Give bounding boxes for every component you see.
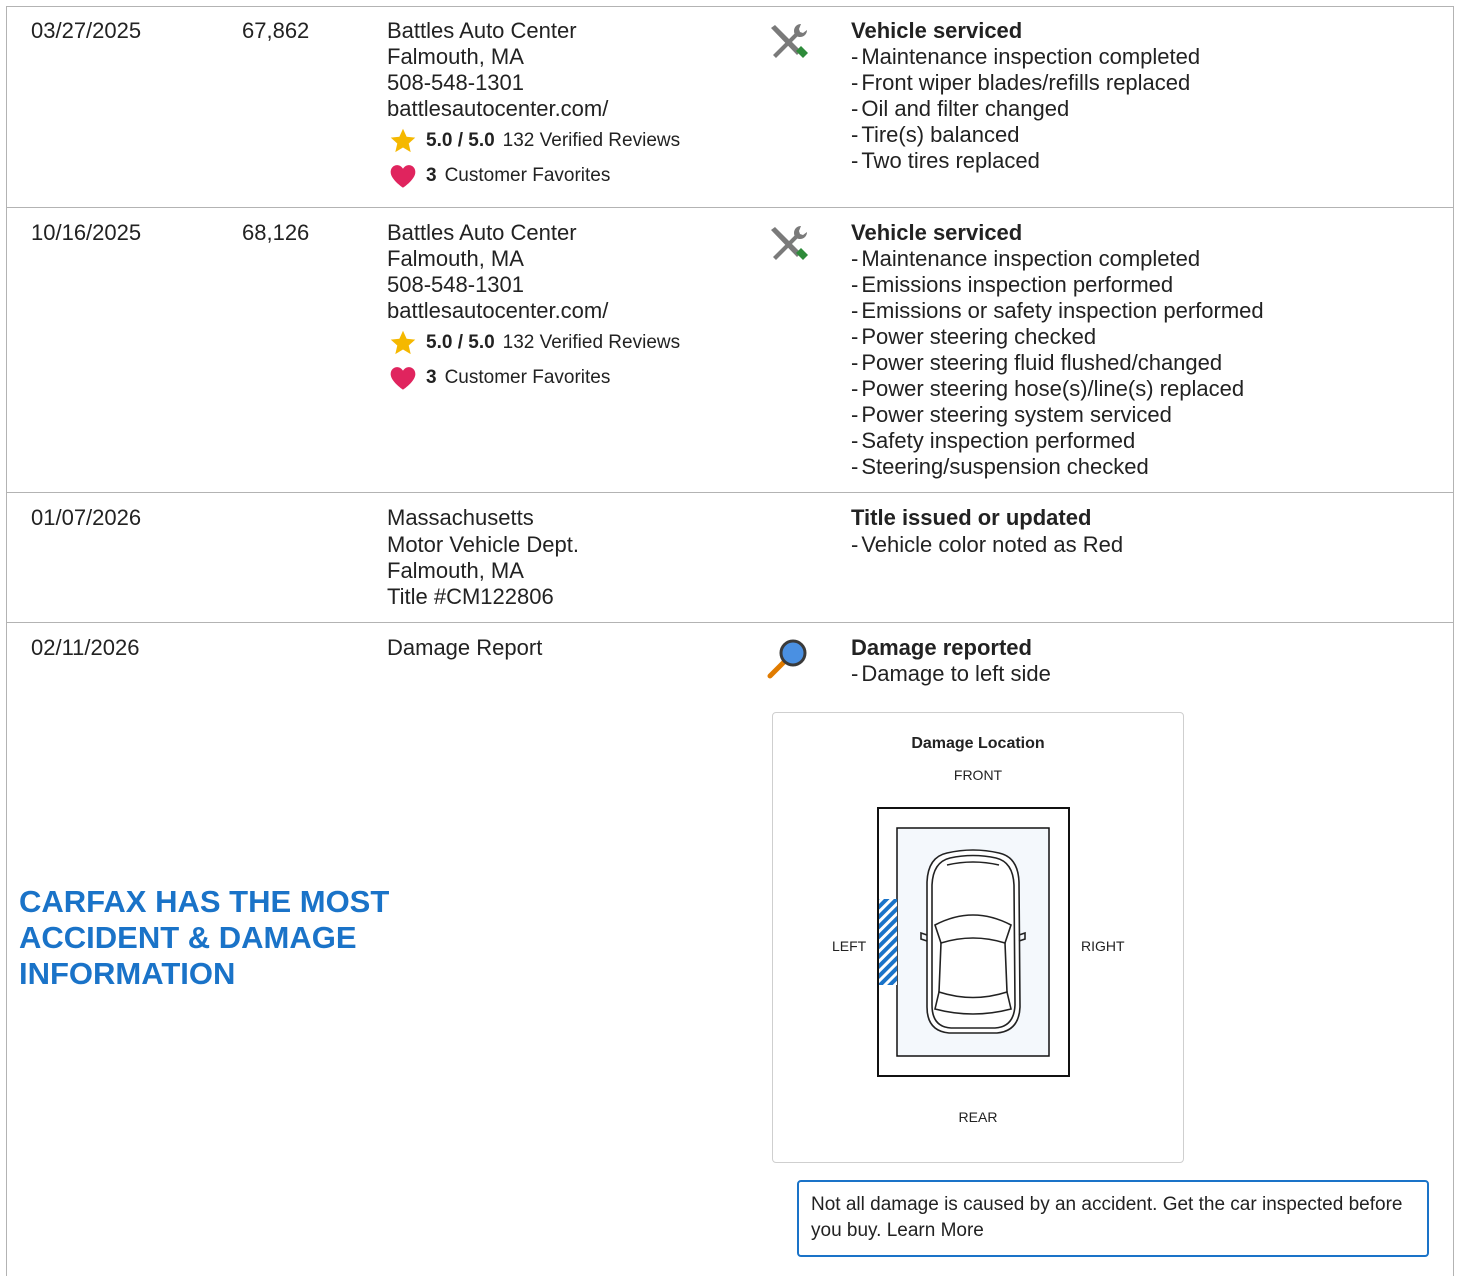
wrench-screwdriver-icon <box>771 226 808 260</box>
favorites-count: 3 <box>426 367 437 388</box>
promo-line: ACCIDENT & DAMAGE <box>19 920 357 955</box>
review-count: 132 Verified Reviews <box>502 130 681 151</box>
rating-row[interactable]: 5.0 / 5.0 132 Verified Reviews <box>388 127 680 155</box>
star-icon <box>390 330 416 355</box>
source-name: Damage Report <box>387 635 543 660</box>
record-date: 10/16/2025 <box>31 220 142 245</box>
source-name[interactable]: Battles Auto Center <box>387 18 577 44</box>
favorites-row: 3 Customer Favorites <box>388 364 610 392</box>
detail-item: Steering/suspension checked <box>851 454 1264 480</box>
detail-item: Vehicle color noted as Red <box>851 532 1123 558</box>
record-mileage: 68,126 <box>242 220 310 245</box>
damage-area-left <box>879 899 897 985</box>
detail-list: Maintenance inspection completed Emissio… <box>851 246 1264 480</box>
source-location: Falmouth, MA <box>387 558 524 583</box>
favorites-label: Customer Favorites <box>444 165 611 186</box>
history-table <box>6 6 1454 1276</box>
detail-title: Vehicle serviced <box>851 220 1023 245</box>
detail-item: Oil and filter changed <box>851 96 1200 122</box>
magnifier-icon <box>767 639 807 679</box>
notice-text: Not all damage is caused by an accident.… <box>811 1194 1403 1241</box>
detail-item: Emissions or safety inspection performed <box>851 298 1263 324</box>
detail-list: Maintenance inspection completed Front w… <box>851 44 1200 174</box>
detail-item: Emissions inspection performed <box>851 272 1264 298</box>
source-department: Motor Vehicle Dept. <box>387 532 579 557</box>
record-mileage: 67,862 <box>242 18 310 43</box>
detail-item: Maintenance inspection completed <box>851 44 1200 70</box>
row-divider <box>6 492 1454 493</box>
detail-item: Maintenance inspection completed <box>851 246 1264 272</box>
review-count: 132 Verified Reviews <box>502 332 681 353</box>
wrench-screwdriver-icon <box>771 24 808 58</box>
rating-row[interactable]: 5.0 / 5.0 132 Verified Reviews <box>388 329 680 357</box>
detail-title: Damage reported <box>851 635 1032 660</box>
detail-item: Power steering checked <box>851 324 1264 350</box>
detail-item: Safety inspection performed <box>851 428 1264 454</box>
row-divider <box>6 207 1454 208</box>
star-icon <box>390 128 416 153</box>
record-date: 01/07/2026 <box>31 505 142 530</box>
detail-item: Damage to left side <box>851 661 1051 687</box>
rear-label: REAR <box>958 1109 998 1125</box>
source-location: Falmouth, MA <box>387 246 524 271</box>
source-phone[interactable]: 508-548-1301 <box>387 70 524 96</box>
source-name[interactable]: Battles Auto Center <box>387 220 577 246</box>
title-number: Title #CM122806 <box>387 584 554 609</box>
car-diagram <box>877 807 1070 1077</box>
detail-list: Vehicle color noted as Red <box>851 532 1123 558</box>
record-date: 02/11/2026 <box>31 635 140 660</box>
source-location: Falmouth, MA <box>387 44 524 69</box>
detail-item: Tire(s) balanced <box>851 122 1200 148</box>
right-label: RIGHT <box>1081 938 1125 954</box>
promo-banner: CARFAX HAS THE MOST ACCIDENT & DAMAGE IN… <box>19 884 389 992</box>
left-label: LEFT <box>832 938 867 954</box>
diagram-title: Damage Location <box>911 735 1045 752</box>
detail-title: Title issued or updated <box>851 505 1092 530</box>
source-website[interactable]: battlesautocenter.com/ <box>387 298 608 324</box>
source-website[interactable]: battlesautocenter.com/ <box>387 96 608 122</box>
source-name: Massachusetts <box>387 505 534 530</box>
front-label: FRONT <box>953 767 1003 783</box>
damage-notice[interactable]: Not all damage is caused by an accident.… <box>797 1180 1429 1257</box>
favorites-count: 3 <box>426 165 437 186</box>
detail-item: Front wiper blades/refills replaced <box>851 70 1200 96</box>
promo-line: INFORMATION <box>19 956 236 991</box>
favorites-label: Customer Favorites <box>444 367 611 388</box>
detail-item: Power steering fluid flushed/changed <box>851 350 1264 376</box>
rating-value: 5.0 / 5.0 <box>426 130 495 151</box>
detail-item: Power steering system serviced <box>851 402 1264 428</box>
favorites-row: 3 Customer Favorites <box>388 162 610 190</box>
record-date: 03/27/2025 <box>31 18 142 43</box>
heart-icon <box>390 165 416 188</box>
heart-icon <box>390 367 416 390</box>
rating-value: 5.0 / 5.0 <box>426 332 495 353</box>
detail-item: Power steering hose(s)/line(s) replaced <box>851 376 1264 402</box>
detail-list: Damage to left side <box>851 661 1051 687</box>
row-divider <box>6 622 1454 623</box>
source-phone[interactable]: 508-548-1301 <box>387 272 524 298</box>
detail-item: Two tires replaced <box>851 148 1200 174</box>
detail-title: Vehicle serviced <box>851 18 1023 43</box>
damage-location-diagram: Damage Location FRONT REAR LEFT RIGHT <box>772 712 1184 1163</box>
promo-line: CARFAX HAS THE MOST <box>19 884 390 919</box>
